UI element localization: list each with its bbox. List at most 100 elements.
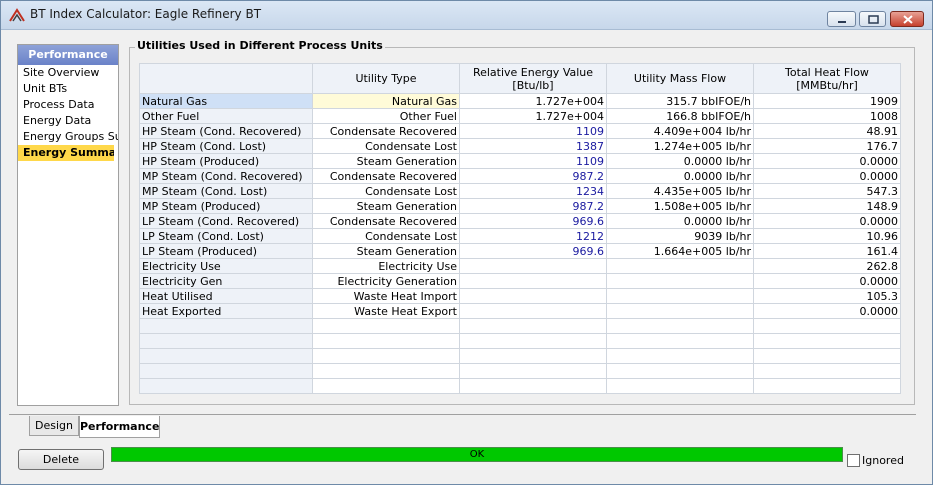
row-header[interactable]: LP Steam (Cond. Lost) [139, 228, 313, 244]
cell-mass-flow[interactable]: 1.664e+005 lb/hr [606, 243, 754, 259]
cell-relative-energy[interactable]: 1109 [459, 123, 607, 139]
cell-utility-type[interactable]: Condensate Lost [312, 228, 460, 244]
cell-mass-flow[interactable]: 4.435e+005 lb/hr [606, 183, 754, 199]
empty-cell[interactable] [312, 363, 460, 379]
table-row[interactable]: LP Steam (Cond. Lost) Condensate Lost 1212… [139, 228, 901, 244]
cell-relative-energy[interactable]: 1.727e+004 [459, 93, 607, 109]
cell-relative-energy[interactable]: 987.2 [459, 198, 607, 214]
cell-mass-flow[interactable]: 166.8 bbIFOE/h [606, 108, 754, 124]
cell-heat-flow[interactable]: 1008 [753, 108, 901, 124]
table-row[interactable]: MP Steam (Cond. Recovered) Condensate Rec… [139, 168, 901, 184]
empty-cell[interactable] [312, 378, 460, 394]
table-row[interactable]: MP Steam (Produced) Steam Generation 987.2… [139, 198, 901, 214]
empty-cell[interactable] [139, 378, 313, 394]
cell-mass-flow[interactable] [606, 273, 754, 289]
cell-utility-type[interactable]: Condensate Lost [312, 183, 460, 199]
empty-cell[interactable] [459, 378, 607, 394]
cell-mass-flow[interactable] [606, 303, 754, 319]
row-header[interactable]: Other Fuel [139, 108, 313, 124]
nav-item-energy-summary[interactable]: Energy Summary [18, 145, 114, 161]
empty-table-row[interactable] [139, 318, 901, 334]
cell-heat-flow[interactable]: 262.8 [753, 258, 901, 274]
cell-relative-energy[interactable]: 987.2 [459, 168, 607, 184]
cell-mass-flow[interactable] [606, 258, 754, 274]
empty-cell[interactable] [459, 333, 607, 349]
col-header-utility-type[interactable]: Utility Type [312, 63, 460, 94]
cell-mass-flow[interactable]: 0.0000 lb/hr [606, 168, 754, 184]
tab-design[interactable]: Design [29, 416, 79, 436]
cell-relative-energy[interactable]: 969.6 [459, 243, 607, 259]
table-row[interactable]: LP Steam (Cond. Recovered) Condensate Rec… [139, 213, 901, 229]
table-row[interactable]: Other Fuel Other Fuel 1.727e+004 166.8 bbIF… [139, 108, 901, 124]
table-row[interactable]: Electricity Gen Electricity Generation 0.0… [139, 273, 901, 289]
cell-mass-flow[interactable]: 315.7 bbIFOE/h [606, 93, 754, 109]
table-row[interactable]: LP Steam (Produced) Steam Generation 969.6… [139, 243, 901, 259]
cell-relative-energy[interactable]: 969.6 [459, 213, 607, 229]
nav-item-unit-bts[interactable]: Unit BTs [18, 81, 118, 97]
cell-heat-flow[interactable]: 1909 [753, 93, 901, 109]
cell-mass-flow[interactable]: 4.409e+004 lb/hr [606, 123, 754, 139]
cell-relative-energy[interactable] [459, 258, 607, 274]
empty-cell[interactable] [139, 318, 313, 334]
cell-utility-type[interactable]: Waste Heat Import [312, 288, 460, 304]
empty-cell[interactable] [139, 348, 313, 364]
table-row[interactable]: MP Steam (Cond. Lost) Condensate Lost 1234… [139, 183, 901, 199]
empty-cell[interactable] [606, 333, 754, 349]
cell-heat-flow[interactable]: 148.9 [753, 198, 901, 214]
empty-cell[interactable] [753, 318, 901, 334]
empty-table-row[interactable] [139, 348, 901, 364]
cell-utility-type[interactable]: Other Fuel [312, 108, 460, 124]
cell-heat-flow[interactable]: 0.0000 [753, 213, 901, 229]
table-row[interactable]: Heat Exported Waste Heat Export 0.0000 [139, 303, 901, 319]
cell-utility-type[interactable]: Condensate Recovered [312, 168, 460, 184]
empty-cell[interactable] [459, 348, 607, 364]
cell-mass-flow[interactable]: 9039 lb/hr [606, 228, 754, 244]
cell-mass-flow[interactable]: 1.508e+005 lb/hr [606, 198, 754, 214]
empty-cell[interactable] [139, 363, 313, 379]
row-header[interactable]: Heat Utilised [139, 288, 313, 304]
empty-cell[interactable] [753, 348, 901, 364]
empty-cell[interactable] [606, 348, 754, 364]
empty-cell[interactable] [459, 318, 607, 334]
row-header[interactable]: MP Steam (Cond. Lost) [139, 183, 313, 199]
maximize-button[interactable] [859, 11, 886, 27]
cell-utility-type[interactable]: Natural Gas [312, 93, 460, 109]
cell-mass-flow[interactable]: 1.274e+005 lb/hr [606, 138, 754, 154]
empty-cell[interactable] [459, 363, 607, 379]
nav-item-energy-data[interactable]: Energy Data [18, 113, 118, 129]
empty-cell[interactable] [139, 333, 313, 349]
table-row[interactable]: HP Steam (Cond. Recovered) Condensate Rec… [139, 123, 901, 139]
empty-cell[interactable] [606, 363, 754, 379]
cell-heat-flow[interactable]: 10.96 [753, 228, 901, 244]
cell-mass-flow[interactable]: 0.0000 lb/hr [606, 153, 754, 169]
cell-heat-flow[interactable]: 0.0000 [753, 168, 901, 184]
row-header[interactable]: HP Steam (Cond. Lost) [139, 138, 313, 154]
cell-relative-energy[interactable]: 1212 [459, 228, 607, 244]
cell-utility-type[interactable]: Waste Heat Export [312, 303, 460, 319]
cell-heat-flow[interactable]: 547.3 [753, 183, 901, 199]
empty-cell[interactable] [312, 318, 460, 334]
row-header[interactable]: HP Steam (Produced) [139, 153, 313, 169]
empty-table-row[interactable] [139, 333, 901, 349]
cell-utility-type[interactable]: Condensate Lost [312, 138, 460, 154]
row-header[interactable]: MP Steam (Cond. Recovered) [139, 168, 313, 184]
cell-relative-energy[interactable]: 1234 [459, 183, 607, 199]
empty-cell[interactable] [606, 318, 754, 334]
cell-utility-type[interactable]: Electricity Generation [312, 273, 460, 289]
empty-cell[interactable] [312, 333, 460, 349]
row-header[interactable]: Natural Gas [139, 93, 313, 109]
empty-table-row[interactable] [139, 378, 901, 394]
table-row[interactable]: HP Steam (Produced) Steam Generation 1109 0… [139, 153, 901, 169]
cell-utility-type[interactable]: Condensate Recovered [312, 213, 460, 229]
table-row[interactable]: Electricity Use Electricity Use 262.8 [139, 258, 901, 274]
row-header[interactable]: Electricity Use [139, 258, 313, 274]
row-header[interactable]: Heat Exported [139, 303, 313, 319]
cell-heat-flow[interactable]: 176.7 [753, 138, 901, 154]
col-header-relative-energy[interactable]: Relative Energy Value [Btu/lb] [459, 63, 607, 94]
table-row[interactable]: Heat Utilised Waste Heat Import 105.3 [139, 288, 901, 304]
delete-button[interactable]: Delete [18, 449, 104, 470]
nav-item-process-data[interactable]: Process Data [18, 97, 118, 113]
row-header[interactable]: HP Steam (Cond. Recovered) [139, 123, 313, 139]
ignored-checkbox[interactable] [847, 454, 860, 467]
cell-relative-energy[interactable]: 1.727e+004 [459, 108, 607, 124]
